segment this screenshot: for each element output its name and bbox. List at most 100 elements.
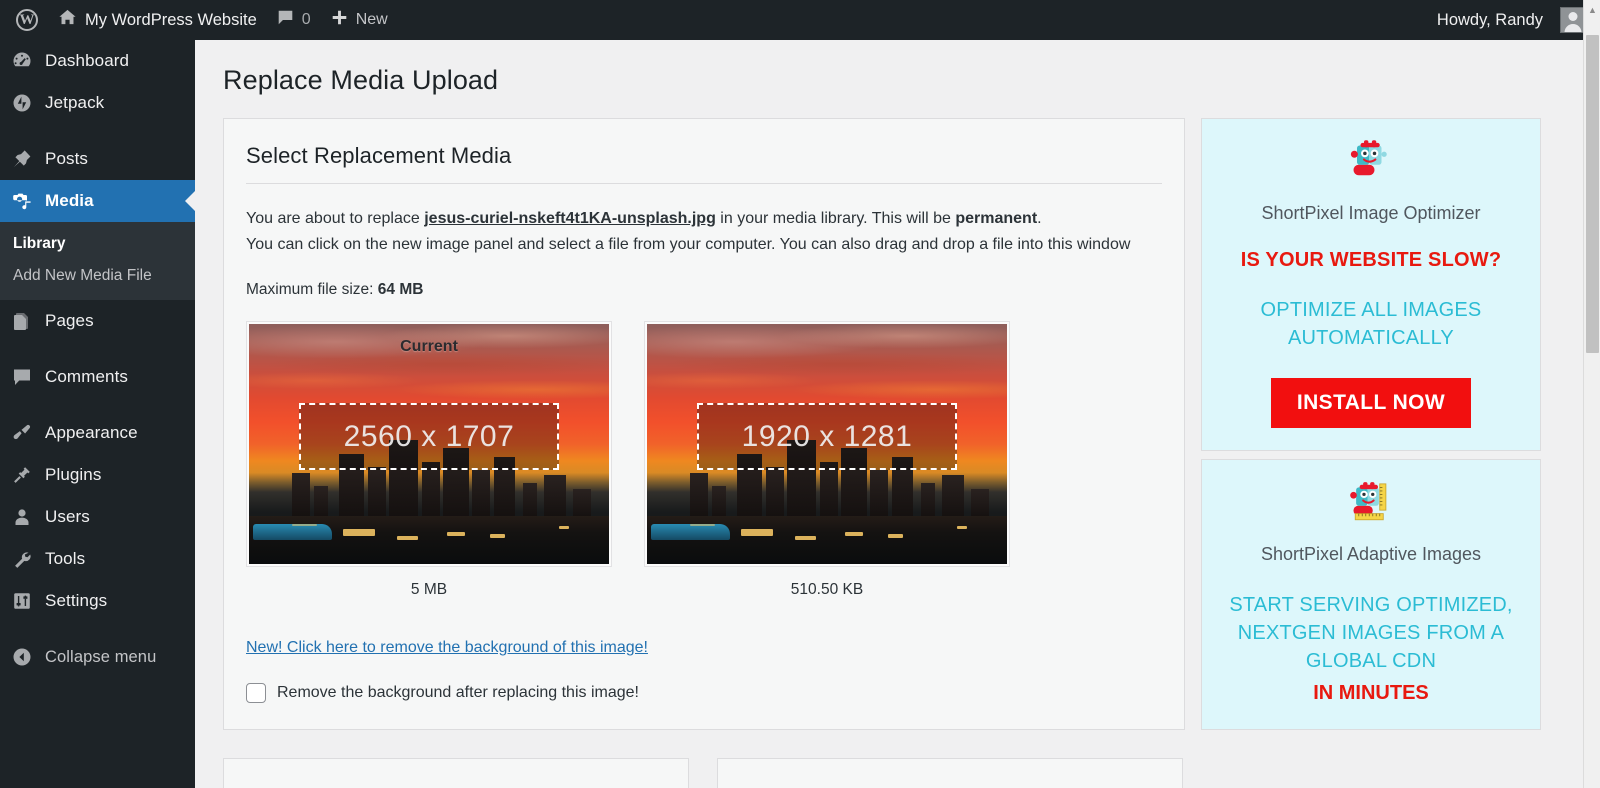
scrollbar-thumb[interactable] xyxy=(1586,35,1599,353)
collapse-menu-label: Collapse menu xyxy=(45,647,157,666)
howdy-label: Howdy, Randy xyxy=(1436,10,1543,29)
menu-separator xyxy=(0,124,195,138)
sidebar-item-settings[interactable]: Settings xyxy=(0,580,195,622)
content-area: Replace Media Upload Select Replacement … xyxy=(195,40,1600,788)
sidebar-item-label: Media xyxy=(45,191,94,210)
admin-bar-right: Howdy, Randy xyxy=(1427,0,1600,40)
new-filesize: 510.50 KB xyxy=(790,581,864,598)
wordpress-logo-icon: W xyxy=(16,9,38,31)
sidebar-item-appearance[interactable]: Appearance xyxy=(0,412,195,454)
plus-icon xyxy=(331,9,348,31)
page-title: Replace Media Upload xyxy=(223,65,499,95)
collapse-menu-button[interactable]: Collapse menu xyxy=(0,636,195,678)
settings-icon xyxy=(11,590,33,612)
new-image-frame[interactable]: 1920 x 1281 xyxy=(644,321,1010,567)
promo-title: ShortPixel Adaptive Images xyxy=(1260,544,1482,564)
wordpress-logo-menu[interactable]: W xyxy=(6,0,48,40)
sidebar-item-label: Posts xyxy=(45,149,89,168)
current-image-preview[interactable]: Current 2560 x 1707 xyxy=(249,324,609,564)
sidebar-item-pages[interactable]: Pages xyxy=(0,300,195,342)
sidebar-item-media[interactable]: Media xyxy=(0,180,195,222)
admin-bar-left: W My WordPress Website 0 New xyxy=(0,0,398,40)
remove-background-checkbox-label: Remove the background after replacing th… xyxy=(277,684,639,701)
submenu-item-library[interactable]: Library xyxy=(0,228,195,260)
remove-background-checkbox[interactable] xyxy=(246,683,266,703)
plugin-icon xyxy=(11,464,33,486)
sidebar-item-label: Dashboard xyxy=(45,51,130,70)
shortpixel-robot-icon xyxy=(1350,140,1387,176)
sidebar-item-users[interactable]: Users xyxy=(0,496,195,538)
promo-headline-cyan: START SERVING OPTIMIZED, NEXTGEN IMAGES … xyxy=(1229,594,1513,672)
sidebar-item-label: Comments xyxy=(45,367,128,386)
sidebar-item-dashboard[interactable]: Dashboard xyxy=(0,40,195,82)
media-icon xyxy=(11,190,33,212)
media-submenu: Library Add New Media File xyxy=(0,222,195,300)
comments-bubble[interactable]: 0 xyxy=(267,0,321,40)
remove-background-checkbox-row: Remove the background after replacing th… xyxy=(246,683,1162,703)
current-image-column: Current 2560 x 1707 5 MB xyxy=(246,321,612,599)
pin-icon xyxy=(11,148,33,170)
remove-background-link[interactable]: New! Click here to remove the background… xyxy=(246,639,648,657)
sidebar-item-label: Users xyxy=(45,507,90,526)
sidebar-item-tools[interactable]: Tools xyxy=(0,538,195,580)
target-filename: jesus-curiel-nskeft4t1KA-unsplash.jpg xyxy=(424,210,716,227)
sidebar-item-label: Jetpack xyxy=(45,93,105,112)
sidebar-item-comments[interactable]: Comments xyxy=(0,356,195,398)
bottom-panels-row xyxy=(223,758,1600,788)
shortpixel-robot-ruler-icon xyxy=(1350,482,1387,521)
jetpack-icon xyxy=(11,92,33,114)
content-columns: Select Replacement Media You are about t… xyxy=(223,118,1600,738)
user-icon xyxy=(11,506,33,528)
dashboard-icon xyxy=(11,50,33,72)
sidebar-item-label: Pages xyxy=(45,311,94,330)
new-content-menu[interactable]: New xyxy=(321,0,398,40)
pages-icon xyxy=(11,310,33,332)
site-name-label: My WordPress Website xyxy=(85,10,257,29)
new-image-column: 1920 x 1281 510.50 KB xyxy=(644,321,1010,599)
sidebar-item-jetpack[interactable]: Jetpack xyxy=(0,82,195,124)
image-comparison: Current 2560 x 1707 5 MB 1920 x 1281 510… xyxy=(246,321,1162,599)
promo-headline-red: IS YOUR WEBSITE SLOW? xyxy=(1240,249,1502,271)
max-file-size-label: Maximum file size: xyxy=(246,281,378,298)
admin-sidebar-menu: Dashboard Jetpack Posts Media Library Ad… xyxy=(0,40,195,788)
promo-title: ShortPixel Image Optimizer xyxy=(1261,203,1481,223)
scroll-up-arrow-icon[interactable]: ▲ xyxy=(1584,2,1600,18)
sidebar-item-posts[interactable]: Posts xyxy=(0,138,195,180)
desc-part-3: . xyxy=(1037,210,1042,227)
sidebar-item-plugins[interactable]: Plugins xyxy=(0,454,195,496)
promo-headline-cyan: OPTIMIZE ALL IMAGES AUTOMATICALLY xyxy=(1260,299,1482,349)
new-image-preview[interactable]: 1920 x 1281 xyxy=(647,324,1007,564)
current-dimensions-text: 2560 x 1707 xyxy=(343,419,515,453)
desc-line-2: You can click on the new image panel and… xyxy=(246,236,1131,253)
comments-icon xyxy=(11,366,33,388)
comment-icon xyxy=(277,9,294,31)
home-icon xyxy=(58,8,77,32)
submenu-item-add-new-media-file[interactable]: Add New Media File xyxy=(0,260,195,292)
promo-image-optimizer[interactable]: ShortPixel Image Optimizer IS YOUR WEBSI… xyxy=(1201,118,1541,451)
new-label: New xyxy=(355,11,388,28)
page-scrollbar[interactable]: ▲ xyxy=(1583,0,1600,788)
sidebar-item-label: Appearance xyxy=(45,423,138,442)
max-file-size-value: 64 MB xyxy=(377,281,424,298)
wrench-icon xyxy=(11,548,33,570)
current-dimensions-overlay: 2560 x 1707 xyxy=(299,403,559,471)
replace-description: You are about to replace jesus-curiel-ns… xyxy=(246,206,1146,258)
promo-adaptive-images[interactable]: ShortPixel Adaptive Images START SERVING… xyxy=(1201,459,1541,730)
my-account-menu[interactable]: Howdy, Randy xyxy=(1427,0,1586,40)
promo-headline-red: IN MINUTES xyxy=(1313,682,1429,704)
menu-separator xyxy=(0,398,195,412)
promo-sidebar: ShortPixel Image Optimizer IS YOUR WEBSI… xyxy=(1201,118,1541,738)
desc-part-2: in your media library. This will be xyxy=(715,210,956,227)
sidebar-item-label: Settings xyxy=(45,591,108,610)
current-image-frame[interactable]: Current 2560 x 1707 xyxy=(246,321,612,567)
menu-separator xyxy=(0,342,195,356)
section-title: Select Replacement Media xyxy=(246,143,1162,184)
site-name-menu[interactable]: My WordPress Website xyxy=(48,0,267,40)
menu-separator xyxy=(0,622,195,636)
max-file-size: Maximum file size: 64 MB xyxy=(246,281,1162,299)
collapse-arrow-icon xyxy=(11,646,33,668)
install-now-button[interactable]: INSTALL NOW xyxy=(1270,378,1472,428)
current-filesize: 5 MB xyxy=(410,581,448,598)
sidebar-item-label: Tools xyxy=(45,549,86,568)
new-dimensions-overlay: 1920 x 1281 xyxy=(697,403,957,471)
